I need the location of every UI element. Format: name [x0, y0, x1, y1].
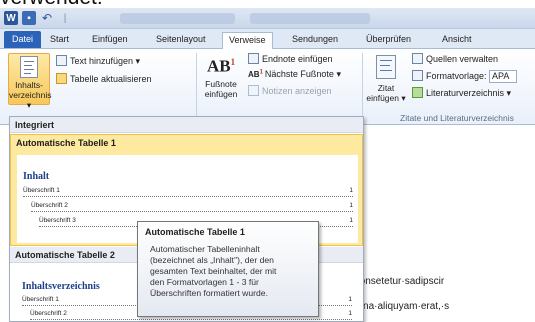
add-text-button[interactable]: Text hinzufügen ▾ — [56, 55, 140, 67]
tooltip-line: (bezeichnet als „Inhalt"), der den — [150, 255, 274, 265]
tooltip-line: gesamten Text beinhaltet, der mit — [150, 266, 277, 276]
tab-einfuegen[interactable]: Einfügen — [86, 32, 134, 49]
preview-1-entry: Überschrift 11 — [23, 187, 353, 197]
tooltip-body: Automatischer Tabelleninhalt (bezeichnet… — [145, 244, 311, 299]
ribbon-separator — [196, 53, 197, 121]
preview-1-entry: Überschrift 21 — [31, 202, 353, 212]
next-footnote-label: Nächste Fußnote ▾ — [264, 69, 341, 79]
citation-label-1: Zitat — [377, 83, 395, 93]
insert-footnote-button[interactable]: AB1 Fußnote einfügen — [200, 57, 242, 99]
toc-button[interactable]: Inhalts- verzeichnis ▾ — [8, 53, 52, 110]
endnote-icon — [248, 53, 259, 64]
tab-start[interactable]: Start — [44, 32, 75, 49]
format-template-control[interactable]: Formatvorlage: APA — [412, 70, 518, 84]
quick-access-toolbar: W ▪ ↶ | — [4, 11, 72, 25]
toc-button-label-1: Inhalts- — [15, 80, 43, 90]
format-template-select[interactable]: APA — [489, 70, 518, 84]
tab-sendungen[interactable]: Sendungen — [286, 32, 344, 49]
page-caption: verwendet: — [0, 0, 103, 8]
preview-1-heading: Inhalt — [23, 171, 50, 182]
update-table-button[interactable]: Tabelle aktualisieren — [56, 73, 152, 84]
toc-document-icon — [20, 56, 38, 78]
gallery-item-tooltip: Automatische Tabelle 1 Automatischer Tab… — [137, 221, 319, 317]
next-footnote-button[interactable]: AB1 Nächste Fußnote ▾ — [248, 69, 341, 80]
tooltip-title: Automatische Tabelle 1 — [145, 227, 245, 237]
add-text-icon — [56, 55, 67, 66]
tab-verweise[interactable]: Verweise — [222, 32, 273, 50]
tooltip-line: Überschriften formatiert wurde. — [150, 288, 268, 298]
show-notes-icon — [248, 85, 259, 96]
manage-sources-button[interactable]: Quellen verwalten — [412, 53, 498, 64]
footnote-label-2: einfügen — [204, 88, 238, 99]
toc-button-label-2: verzeichnis ▾ — [9, 90, 52, 110]
tab-ansicht[interactable]: Ansicht — [436, 32, 478, 49]
ribbon-tabs: Datei Start Einfügen Seitenlayout Verwei… — [0, 29, 535, 50]
tab-ueberpruefen[interactable]: Überprüfen — [360, 32, 417, 49]
title-bar: W ▪ ↶ | — [0, 8, 535, 29]
footnote-icon: AB1 — [206, 56, 236, 76]
show-notes-button[interactable]: Notizen anzeigen — [248, 85, 332, 96]
preview-2-heading: Inhaltsverzeichnis — [22, 281, 100, 292]
citation-icon — [376, 55, 396, 79]
tooltip-line: Automatischer Tabelleninhalt — [150, 244, 260, 254]
save-icon[interactable]: ▪ — [22, 11, 36, 25]
undo-icon[interactable]: ↶ — [40, 11, 54, 25]
ribbon-verweise: Inhalts- verzeichnis ▾ Text hinzufügen ▾… — [0, 49, 535, 125]
word-app-icon[interactable]: W — [4, 11, 18, 25]
manage-sources-label: Quellen verwalten — [426, 54, 499, 64]
footnote-label-1: Fußnote — [205, 78, 237, 89]
bibliography-icon — [412, 87, 423, 98]
insert-citation-button[interactable]: Zitat einfügen ▾ — [366, 55, 406, 103]
tab-datei[interactable]: Datei — [4, 31, 42, 48]
format-template-icon — [412, 70, 423, 81]
insert-endnote-label: Endnote einfügen — [262, 54, 333, 64]
next-footnote-icon: AB1 — [248, 69, 263, 79]
qat-separator: | — [63, 12, 67, 24]
ribbon-separator-2 — [362, 53, 363, 121]
update-table-icon — [56, 73, 67, 84]
window-title-blurred — [120, 13, 235, 24]
tooltip-line: den Formatvorlagen 1 - 3 für — [150, 277, 259, 287]
bibliography-button[interactable]: Literaturverzeichnis ▾ — [412, 87, 511, 99]
group-label-citations: Zitate und Literaturverzeichnis — [400, 113, 514, 123]
window-title-blurred-2 — [250, 13, 370, 24]
add-text-label: Text hinzufügen ▾ — [70, 56, 141, 66]
manage-sources-icon — [412, 53, 423, 64]
update-table-label: Tabelle aktualisieren — [70, 74, 152, 84]
gallery-section-builtin: Integriert — [10, 117, 363, 133]
format-template-label: Formatvorlage: — [426, 71, 487, 81]
show-notes-label: Notizen anzeigen — [262, 86, 332, 96]
gallery-item-1-title: Automatische Tabelle 1 — [16, 138, 116, 148]
tab-seitenlayout[interactable]: Seitenlayout — [150, 32, 212, 49]
bibliography-label: Literaturverzeichnis ▾ — [426, 88, 512, 98]
insert-endnote-button[interactable]: Endnote einfügen — [248, 53, 333, 64]
citation-label-2: einfügen ▾ — [366, 93, 406, 103]
